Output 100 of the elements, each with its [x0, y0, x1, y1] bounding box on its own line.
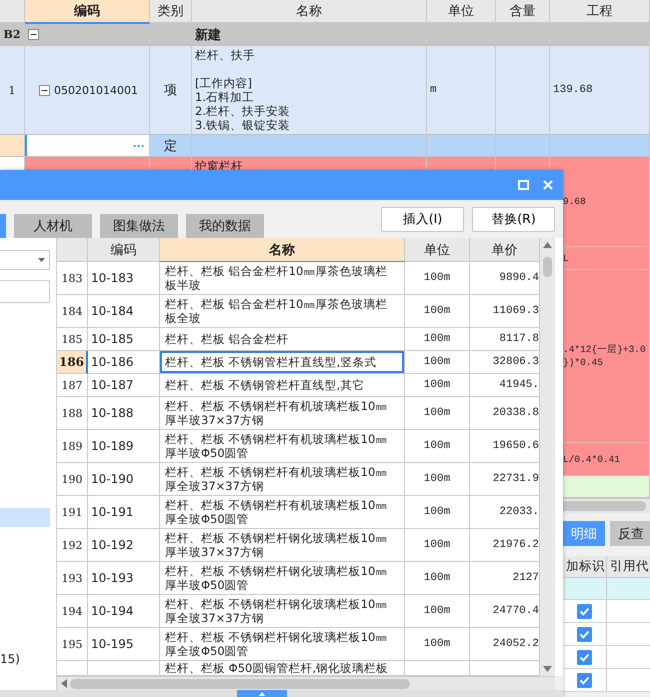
column-header[interactable]: 工程 — [550, 0, 650, 24]
name-cell-text: 栏杆、扶手 [工作内容] 1.石料加工 2.栏杆、扶手安装 3.铁锔、银锭安装 — [195, 47, 290, 132]
quantity-cell: L — [563, 252, 569, 264]
price-cell: 41945. — [499, 378, 539, 392]
scroll-left-icon[interactable] — [61, 679, 67, 688]
code-cell: 10-191 — [91, 505, 134, 519]
code-cell: 10-194 — [91, 604, 134, 618]
column-header: 加标识 — [563, 556, 607, 578]
name-cell[interactable]: 栏杆、栏板 不锈钢栏杆有机玻璃栏板10㎜厚全玻37×37方钢 — [160, 463, 404, 495]
caret-icon — [38, 258, 45, 262]
row-number: 194 — [62, 604, 82, 618]
code-cell: 10-192 — [91, 538, 134, 552]
quantity-cell: 139.68 — [553, 84, 593, 96]
code-cell: 050201014001 — [54, 84, 138, 96]
code-cell: 10-185 — [91, 332, 134, 346]
row-number: 189 — [62, 440, 82, 452]
scrollbar-thumb[interactable] — [543, 257, 552, 277]
name-cell[interactable]: 栏杆、栏板 不锈钢栏杆钢化玻璃栏板10㎜厚半玻37×37方钢 — [160, 529, 404, 561]
tree-item[interactable]: 15) — [0, 649, 50, 668]
checkbox[interactable] — [577, 672, 592, 688]
column-header[interactable]: 单位 — [405, 238, 470, 262]
code-cell: 10-184 — [91, 304, 134, 318]
unit-cell: 100m — [424, 406, 450, 420]
price-cell: 2127 — [512, 572, 539, 584]
code-cell: 10-188 — [91, 406, 134, 420]
insert-button[interactable]: 插入(I) — [381, 207, 464, 232]
code-cell: 10-193 — [91, 571, 134, 585]
column-header[interactable]: 名称 — [160, 238, 405, 262]
tab[interactable]: 人材机 — [14, 214, 92, 238]
name-cell[interactable]: 栏杆、栏板 铝合金栏杆10㎜厚茶色玻璃栏板全玻 — [160, 295, 404, 327]
code-cell: 10-189 — [91, 439, 134, 453]
column-header: 引用代 — [607, 556, 650, 578]
price-cell: 22731.9 — [492, 472, 539, 486]
row-number: 186 — [58, 355, 84, 369]
maximize-button[interactable] — [518, 180, 529, 190]
column-header[interactable]: 编码 — [25, 0, 150, 24]
unit-cell: 100m — [424, 332, 450, 346]
name-cell[interactable]: 栏杆、栏板 不锈钢栏杆有机玻璃栏板10㎜厚全玻Φ50圆管 — [160, 496, 404, 528]
column-header[interactable]: 名称 — [192, 0, 427, 24]
name-cell[interactable]: 栏杆、栏板 铝合金栏杆10㎜厚茶色玻璃栏板半玻 — [160, 262, 404, 294]
row-number: 195 — [62, 638, 82, 650]
column-header[interactable]: 单价 — [470, 238, 540, 262]
name-cell[interactable]: 栏杆、栏板 不锈钢栏杆有机玻璃栏板10㎜厚半玻37×37方钢 — [160, 397, 404, 429]
checkbox[interactable] — [577, 626, 592, 642]
close-button[interactable] — [543, 180, 553, 190]
unit-cell: 100m — [424, 356, 450, 368]
replace-button[interactable]: 替换(R) — [472, 207, 555, 232]
collapse-icon[interactable] — [28, 29, 39, 40]
row-number: 187 — [62, 378, 82, 392]
name-cell[interactable]: 栏杆、栏板 不锈钢管栏杆直线型,竖条式 — [160, 351, 404, 373]
row-number: 185 — [62, 332, 82, 346]
price-cell: 32806.3 — [492, 356, 539, 368]
price-cell: 24770.4 — [492, 604, 539, 618]
unit-cell: 100m — [424, 440, 450, 452]
name-cell[interactable]: 栏杆、栏板 不锈钢管栏杆直线型,其它 — [160, 374, 404, 396]
price-cell: 24052.2 — [492, 638, 539, 650]
row-number: 190 — [62, 472, 82, 486]
price-cell: 19650.6 — [492, 440, 539, 452]
column-header[interactable]: 含量 — [496, 0, 550, 24]
vertical-scrollbar[interactable] — [540, 238, 555, 676]
column-header[interactable]: 编码 — [88, 238, 160, 262]
search-field[interactable] — [0, 280, 50, 303]
row-number: 188 — [62, 406, 82, 420]
name-cell[interactable]: 栏杆、栏板 不锈钢栏杆有机玻璃栏板10㎜厚半玻Φ50圆管 — [160, 430, 404, 462]
checkbox[interactable] — [577, 650, 592, 664]
horizontal-scrollbar[interactable] — [57, 676, 555, 690]
unit-cell: 100m — [424, 304, 450, 318]
unit-cell: 100m — [424, 572, 450, 584]
price-cell: 20338.8 — [492, 406, 539, 420]
name-cell[interactable]: 栏杆、栏板 不锈钢栏杆钢化玻璃栏板10㎜厚全玻37×37方钢 — [160, 595, 404, 627]
scroll-down-icon[interactable] — [543, 666, 552, 672]
unit-cell: 100m — [424, 604, 450, 618]
name-cell[interactable]: 栏杆、栏板 铝合金栏杆 — [160, 328, 404, 350]
row-number: 193 — [62, 572, 82, 584]
checkbox[interactable] — [577, 604, 592, 618]
tab[interactable]: 反查 — [610, 521, 650, 546]
unit-cell: 100m — [424, 272, 450, 284]
name-cell[interactable]: 栏杆、栏板 不锈钢栏杆钢化玻璃栏板10㎜厚全玻Φ50圆管 — [160, 628, 404, 660]
tab[interactable]: 我的数据 — [186, 214, 264, 238]
quantity-cell: 9.68 — [563, 195, 586, 208]
browse-button[interactable]: ··· — [133, 138, 145, 152]
name-cell[interactable]: 栏杆、栏板 Φ50圆铜管栏杆,钢化玻璃栏板 — [160, 661, 404, 675]
quantity-cell-text: })*0.45 — [563, 356, 604, 369]
column-header[interactable]: 类别 — [150, 0, 192, 24]
column-header[interactable]: 单位 — [427, 0, 496, 24]
name-cell[interactable]: 栏杆、栏板 不锈钢栏杆钢化玻璃栏板10㎜厚半玻Φ50圆管 — [160, 562, 404, 594]
unit-cell: 100m — [424, 378, 450, 392]
row-number: 192 — [62, 538, 82, 552]
code-input[interactable]: ··· — [25, 135, 149, 156]
unit-cell: 100m — [424, 638, 450, 650]
unit-cell: 100m — [424, 506, 450, 518]
code-cell: 10-190 — [91, 472, 134, 486]
code-cell: 10-195 — [91, 637, 134, 651]
row-number: 1 — [8, 84, 16, 96]
scroll-up-icon[interactable] — [543, 242, 552, 248]
collapse-icon[interactable] — [39, 84, 50, 96]
dropdown[interactable] — [0, 250, 50, 270]
tab[interactable]: 图集做法 — [100, 214, 178, 238]
group-title: 新建 — [195, 26, 221, 44]
resize-handle[interactable] — [236, 690, 286, 697]
